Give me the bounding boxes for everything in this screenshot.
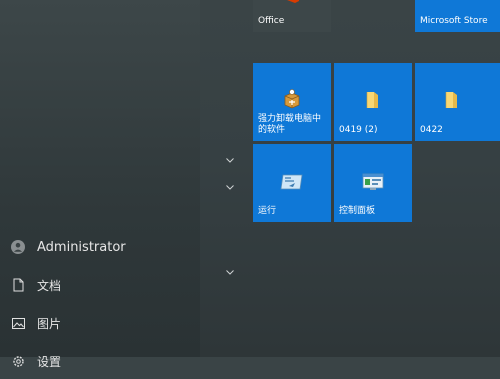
user-name-label: Administrator xyxy=(37,239,126,255)
tile-label: Office xyxy=(258,16,285,26)
chevron-down-icon[interactable] xyxy=(225,156,235,164)
left-item-documents[interactable]: 文档 xyxy=(0,267,200,303)
avatar-icon xyxy=(11,240,25,254)
user-account-item[interactable]: Administrator xyxy=(0,229,200,265)
tile-folder-0422[interactable]: 0422 xyxy=(415,63,500,141)
run-icon xyxy=(280,174,304,194)
chevron-down-icon[interactable] xyxy=(225,183,235,191)
tile-label: 0422 xyxy=(420,125,443,135)
tile-label: Microsoft Store xyxy=(420,16,488,26)
tile-office[interactable]: Office xyxy=(253,0,331,32)
tile-uninstall[interactable]: 强力卸载电脑中的软件 xyxy=(253,63,331,141)
left-item-label: 设置 xyxy=(37,354,62,369)
left-item-label: 文档 xyxy=(37,278,62,293)
tile-control-panel[interactable]: 控制面板 xyxy=(334,144,412,222)
chevron-down-icon[interactable] xyxy=(225,268,235,276)
tile-label: 强力卸载电脑中的软件 xyxy=(258,114,322,135)
picture-icon xyxy=(11,316,25,330)
folder-icon xyxy=(444,91,458,113)
left-item-settings[interactable]: 设置 xyxy=(0,343,200,379)
left-item-label: 图片 xyxy=(37,316,62,331)
tile-microsoft-store[interactable]: Microsoft Store xyxy=(415,0,500,32)
folder-icon xyxy=(365,91,379,113)
document-icon xyxy=(11,278,25,292)
office-icon xyxy=(285,0,301,7)
tile-label: 控制面板 xyxy=(339,206,376,216)
tile-folder-0419[interactable]: 0419 (2) xyxy=(334,63,412,141)
control-panel-icon xyxy=(362,173,384,195)
tile-label: 0419 (2) xyxy=(339,125,378,135)
tile-run[interactable]: 运行 xyxy=(253,144,331,222)
start-left-pane: Administrator 文档 图片 设置 xyxy=(0,0,200,369)
tiles-pane: Office Microsoft Store 强力卸载电脑中的软件 0419 (… xyxy=(200,0,500,357)
uninstall-box-icon xyxy=(282,89,302,113)
left-item-pictures[interactable]: 图片 xyxy=(0,305,200,341)
settings-icon xyxy=(11,354,25,368)
tile-label: 运行 xyxy=(258,206,277,216)
